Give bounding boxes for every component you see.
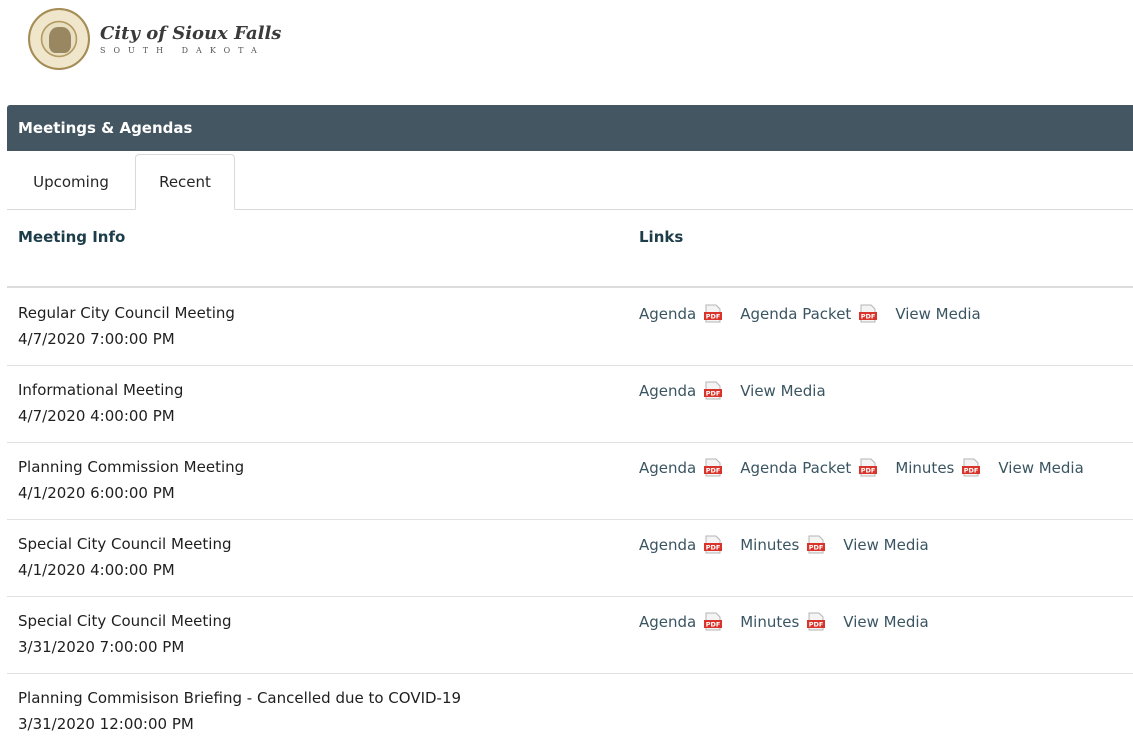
svg-text:PDF: PDF (706, 544, 721, 552)
agenda-link[interactable]: Agenda (639, 613, 696, 631)
svg-text:PDF: PDF (809, 544, 824, 552)
meeting-links: Agenda PDF View Media (639, 381, 826, 400)
meeting-date: 4/7/2020 4:00:00 PM (18, 407, 175, 425)
minutes-link[interactable]: Minutes (740, 613, 799, 631)
meeting-name: Special City Council Meeting (18, 535, 232, 553)
svg-text:PDF: PDF (706, 313, 721, 321)
meeting-links: Agenda PDF Agenda Packet PDF View Media (639, 304, 981, 323)
meeting-row: Planning Commisison Briefing - Cancelled… (7, 689, 1133, 750)
pdf-icon[interactable]: PDF (703, 304, 723, 323)
meeting-name: Planning Commisison Briefing - Cancelled… (18, 689, 462, 707)
agenda-link[interactable]: Agenda (639, 382, 696, 400)
meeting-name: Regular City Council Meeting (18, 304, 235, 322)
pdf-icon[interactable]: PDF (858, 304, 878, 323)
meeting-links: Agenda PDF Minutes PDF View Media (639, 612, 929, 631)
tab-upcoming[interactable]: Upcoming (7, 154, 135, 209)
page-title: Meetings & Agendas (18, 119, 193, 137)
tab-upcoming-label: Upcoming (33, 172, 109, 191)
meetings-header-bar: Meetings & Agendas (7, 105, 1133, 151)
view-media-link[interactable]: View Media (740, 382, 825, 400)
meeting-name: Planning Commission Meeting (18, 458, 245, 476)
pdf-icon[interactable]: PDF (961, 458, 981, 477)
svg-text:PDF: PDF (706, 390, 721, 398)
pdf-icon[interactable]: PDF (703, 535, 723, 554)
pdf-icon[interactable]: PDF (806, 535, 826, 554)
tab-recent[interactable]: Recent (135, 154, 235, 210)
view-media-link[interactable]: View Media (843, 536, 928, 554)
meeting-row: Regular City Council Meeting 4/7/2020 7:0… (7, 304, 1133, 366)
svg-text:PDF: PDF (706, 467, 721, 475)
agenda-link[interactable]: Agenda (639, 459, 696, 477)
meeting-row: Special City Council Meeting 3/31/2020 7:… (7, 612, 1133, 674)
agenda-packet-link[interactable]: Agenda Packet (740, 305, 851, 323)
minutes-link[interactable]: Minutes (895, 459, 954, 477)
meeting-row: Special City Council Meeting 4/1/2020 4:0… (7, 535, 1133, 597)
meeting-row: Planning Commission Meeting 4/1/2020 6:00… (7, 458, 1133, 520)
meeting-links: Agenda PDF Agenda Packet PDF Minutes PDF View … (639, 458, 1084, 477)
tab-recent-label: Recent (159, 173, 211, 191)
city-logo[interactable]: City of Sioux Falls SOUTH DAKOTA (28, 8, 281, 70)
pdf-icon[interactable]: PDF (858, 458, 878, 477)
meeting-name: Special City Council Meeting (18, 612, 232, 630)
pdf-icon[interactable]: PDF (703, 458, 723, 477)
tab-bar: Upcoming Recent (7, 154, 1133, 210)
pdf-icon[interactable]: PDF (806, 612, 826, 631)
logo-title: City of Sioux Falls (100, 22, 282, 44)
meeting-row: Informational Meeting 4/7/2020 4:00:00 PM… (7, 381, 1133, 443)
links-column-header: Links (639, 228, 684, 246)
view-media-link[interactable]: View Media (895, 305, 980, 323)
minutes-link[interactable]: Minutes (740, 536, 799, 554)
meeting-date: 4/7/2020 7:00:00 PM (18, 330, 175, 348)
pdf-icon[interactable]: PDF (703, 381, 723, 400)
meeting-date: 4/1/2020 4:00:00 PM (18, 561, 175, 579)
svg-text:PDF: PDF (809, 621, 824, 629)
header-divider (7, 286, 1133, 288)
meeting-name: Informational Meeting (18, 381, 184, 399)
agenda-link[interactable]: Agenda (639, 536, 696, 554)
meeting-links: Agenda PDF Minutes PDF View Media (639, 535, 929, 554)
pdf-icon[interactable]: PDF (703, 612, 723, 631)
meeting-date: 4/1/2020 6:00:00 PM (18, 484, 175, 502)
svg-text:PDF: PDF (861, 313, 876, 321)
svg-text:PDF: PDF (861, 467, 876, 475)
agenda-link[interactable]: Agenda (639, 305, 696, 323)
view-media-link[interactable]: View Media (843, 613, 928, 631)
svg-text:PDF: PDF (964, 467, 979, 475)
logo-subtitle: SOUTH DAKOTA (100, 45, 265, 55)
meeting-date: 3/31/2020 12:00:00 PM (18, 715, 194, 733)
agenda-packet-link[interactable]: Agenda Packet (740, 459, 851, 477)
svg-text:PDF: PDF (706, 621, 721, 629)
meeting-info-column-header: Meeting Info (18, 228, 126, 246)
meeting-date: 3/31/2020 7:00:00 PM (18, 638, 185, 656)
view-media-link[interactable]: View Media (998, 459, 1083, 477)
city-seal-icon (28, 8, 90, 70)
